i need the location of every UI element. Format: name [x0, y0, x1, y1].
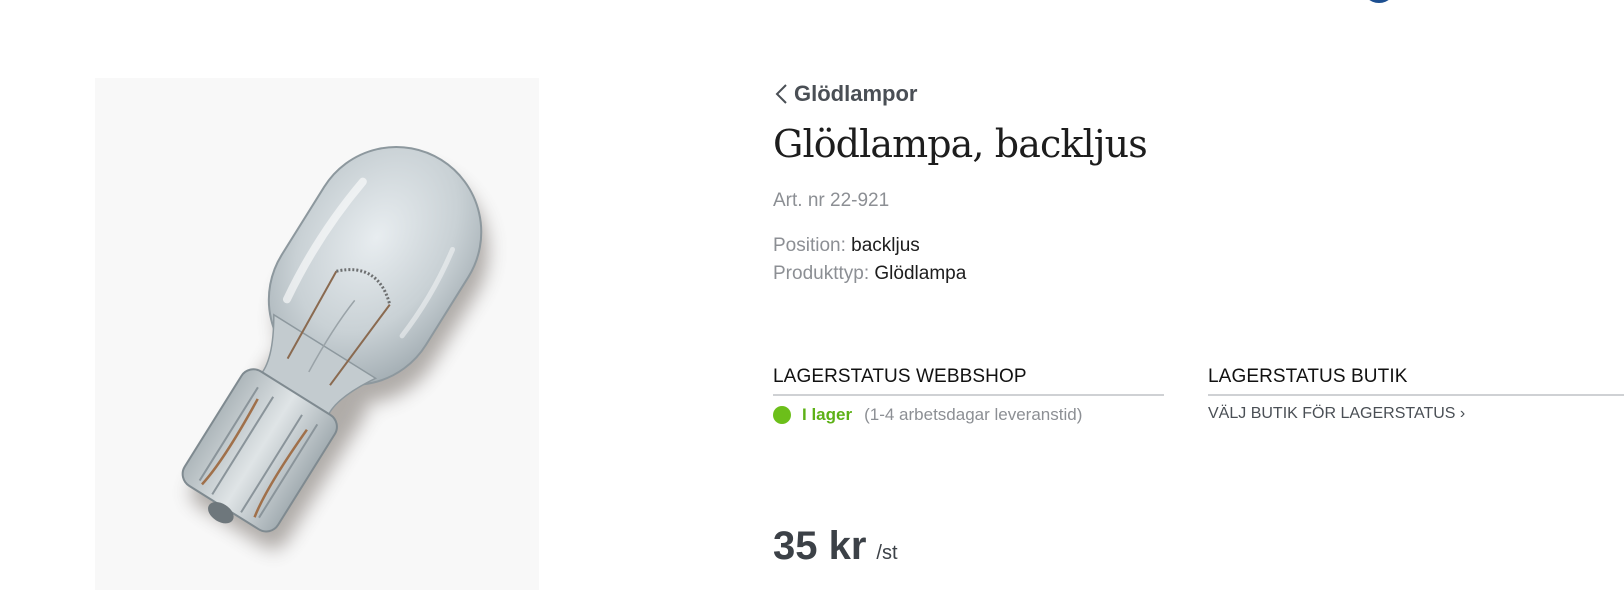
product-image[interactable] — [95, 78, 539, 590]
light-bulb-image — [181, 145, 489, 550]
breadcrumb-label: Glödlampor — [794, 81, 918, 106]
in-stock-dot-icon — [773, 406, 791, 424]
article-number: Art. nr 22-921 — [773, 190, 890, 211]
store-stock-row: VÄLJ BUTIK FÖR LAGERSTATUS › — [1208, 405, 1624, 423]
chevron-left-icon — [775, 84, 787, 104]
choose-store-link[interactable]: VÄLJ BUTIK FÖR LAGERSTATUS › — [1208, 405, 1465, 423]
price-amount: 35 kr — [773, 524, 867, 568]
store-stock-heading: LAGERSTATUS BUTIK — [1208, 366, 1624, 396]
delivery-time: (1-4 arbetsdagar leveranstid) — [864, 405, 1083, 424]
stock-status-label: I lager — [802, 405, 853, 424]
webshop-stock-status: I lager (1-4 arbetsdagar leveranstid) — [773, 405, 1164, 425]
breadcrumb-back-link[interactable]: Glödlampor — [773, 81, 917, 107]
product-title: Glödlampa, backljus — [773, 122, 1148, 166]
property-value: Glödlampa — [874, 263, 967, 284]
property-label: Position: — [773, 235, 846, 256]
property-position: Position: backljus — [773, 232, 966, 260]
webshop-stock-section: LAGERSTATUS WEBBSHOP I lager (1-4 arbets… — [773, 366, 1164, 425]
property-value: backljus — [851, 235, 920, 256]
price: 35 kr /st — [773, 524, 898, 569]
property-product-type: Produkttyp: Glödlampa — [773, 260, 966, 288]
product-properties: Position: backljus Produkttyp: Glödlampa — [773, 232, 966, 288]
product-page: Glödlampor Glödlampa, backljus Art. nr 2… — [0, 0, 1624, 611]
webshop-stock-heading: LAGERSTATUS WEBBSHOP — [773, 366, 1164, 396]
price-unit: /st — [876, 542, 898, 564]
brand-logo-icon[interactable] — [1360, 0, 1398, 6]
store-stock-section: LAGERSTATUS BUTIK VÄLJ BUTIK FÖR LAGERST… — [1208, 366, 1624, 423]
property-label: Produkttyp: — [773, 263, 870, 284]
